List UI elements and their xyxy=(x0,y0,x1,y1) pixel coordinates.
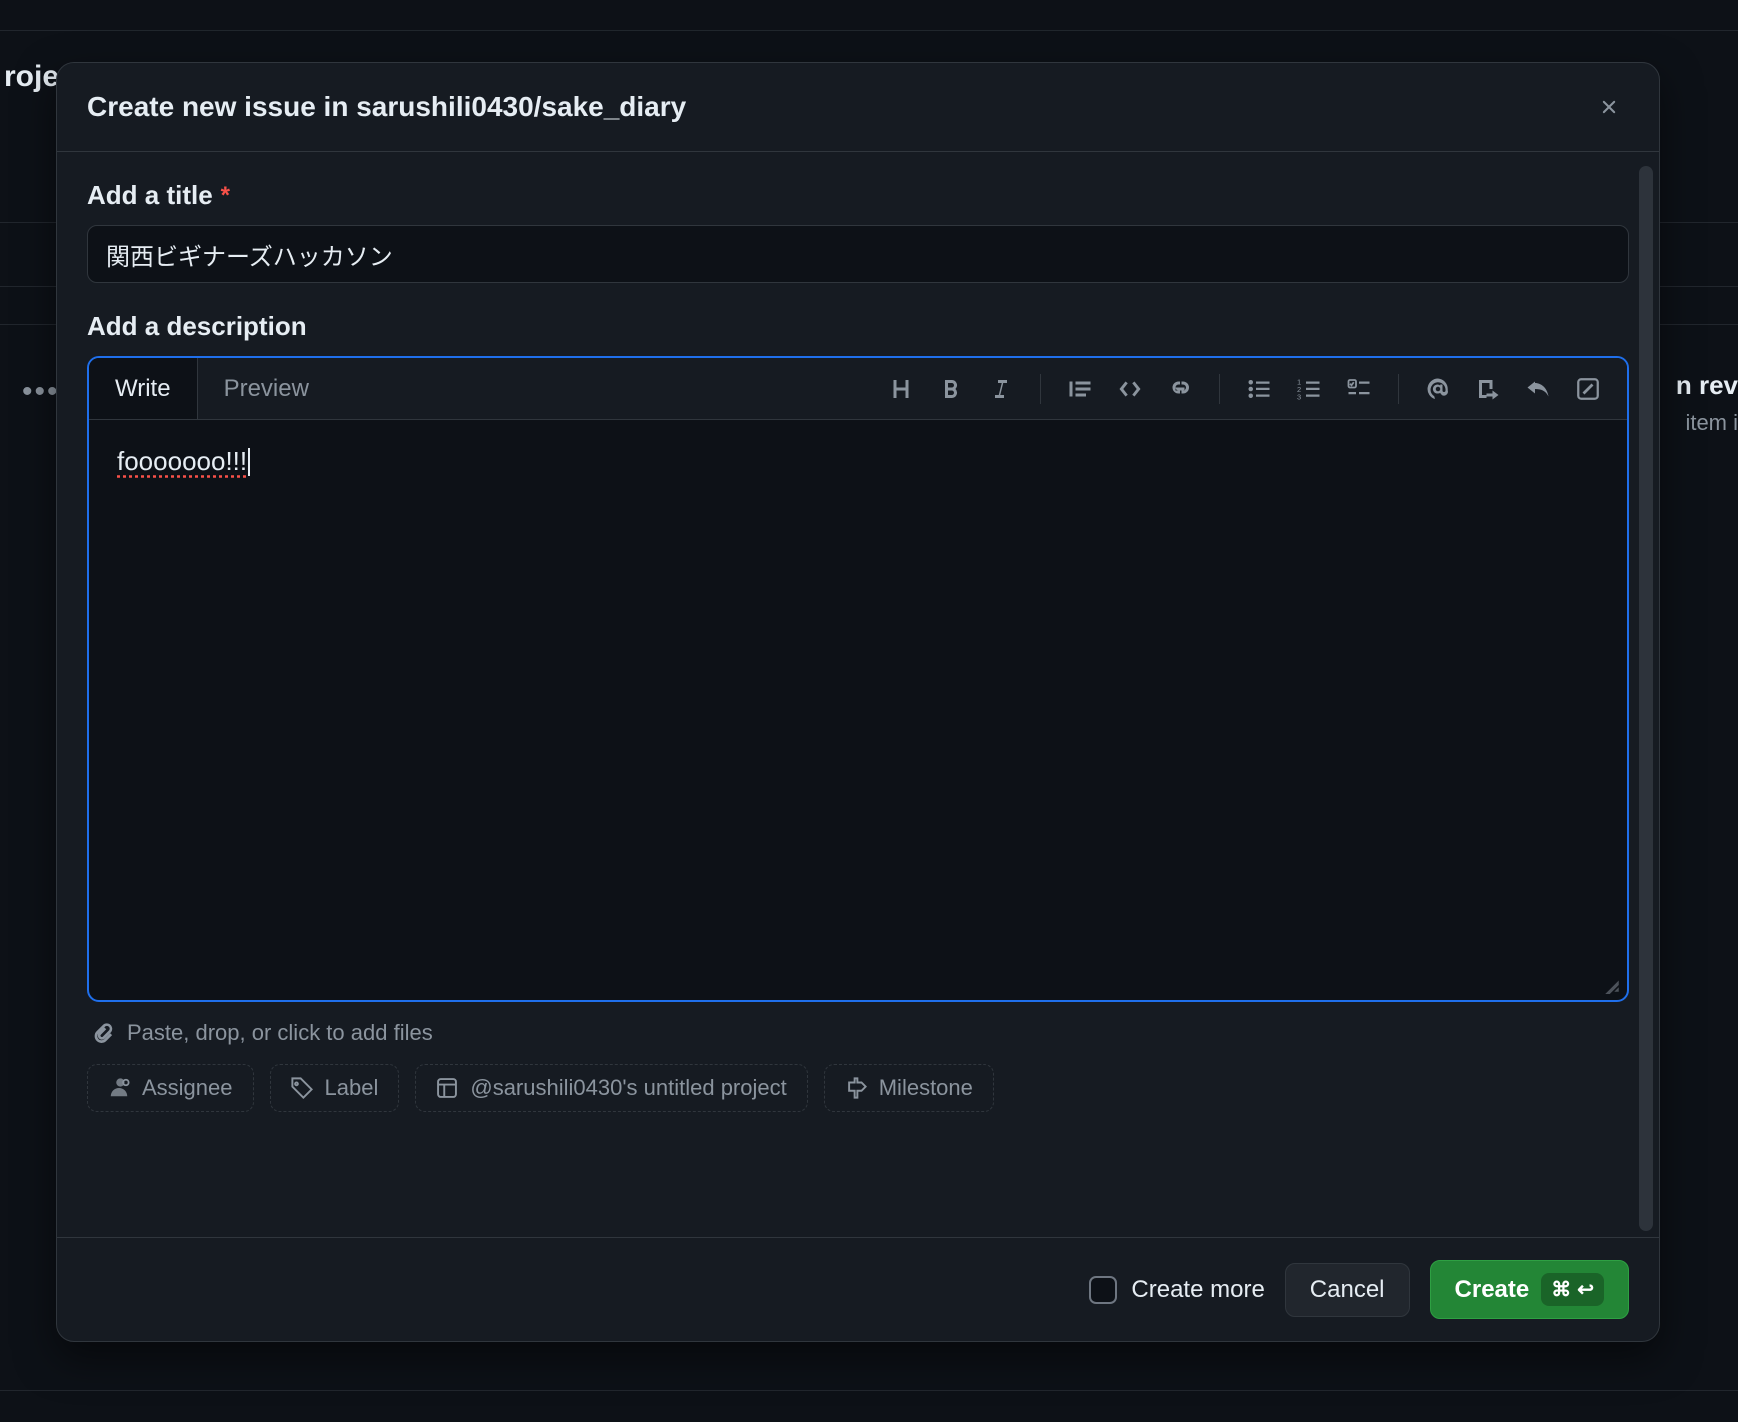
attachment-hint[interactable]: Paste, drop, or click to add files xyxy=(87,1002,1629,1064)
link-button[interactable] xyxy=(1159,368,1201,410)
bold-icon xyxy=(939,377,963,401)
enter-key-icon: ↩ xyxy=(1577,1277,1594,1302)
reference-button[interactable] xyxy=(1467,368,1509,410)
milestone-chip[interactable]: Milestone xyxy=(824,1064,994,1112)
heading-button[interactable] xyxy=(880,368,922,410)
quote-button[interactable] xyxy=(1059,368,1101,410)
create-more-label: Create more xyxy=(1131,1276,1264,1304)
required-mark: * xyxy=(221,182,230,210)
list-unordered-icon xyxy=(1247,377,1271,401)
toolbar-separator xyxy=(1398,374,1399,404)
code-icon xyxy=(1118,377,1142,401)
italic-button[interactable] xyxy=(980,368,1022,410)
create-button[interactable]: Create ⌘ ↩ xyxy=(1430,1260,1629,1319)
link-icon xyxy=(1168,377,1192,401)
close-icon xyxy=(1598,96,1620,118)
mention-button[interactable] xyxy=(1417,368,1459,410)
bg-text-proj: roje xyxy=(0,60,59,94)
reply-button[interactable] xyxy=(1517,368,1559,410)
text-cursor xyxy=(248,448,250,476)
ul-button[interactable] xyxy=(1238,368,1280,410)
toolbar-separator xyxy=(1219,374,1220,404)
list-ordered-icon: 123 xyxy=(1297,377,1321,401)
create-issue-modal: Create new issue in sarushili0430/sake_d… xyxy=(56,62,1660,1342)
tab-preview[interactable]: Preview xyxy=(198,359,336,419)
description-label-text: Add a description xyxy=(87,311,307,342)
title-label-text: Add a title xyxy=(87,180,213,211)
assignee-chip-label: Assignee xyxy=(142,1075,233,1101)
bold-button[interactable] xyxy=(930,368,972,410)
attachment-hint-text: Paste, drop, or click to add files xyxy=(127,1020,433,1046)
create-button-label: Create xyxy=(1455,1276,1530,1304)
code-button[interactable] xyxy=(1109,368,1151,410)
svg-text:3: 3 xyxy=(1297,392,1301,401)
cmd-key-icon: ⌘ xyxy=(1551,1277,1571,1302)
slash-button[interactable] xyxy=(1567,368,1609,410)
modal-header: Create new issue in sarushili0430/sake_d… xyxy=(57,63,1659,152)
cancel-button-label: Cancel xyxy=(1310,1276,1385,1304)
title-label: Add a title * xyxy=(87,180,1629,211)
project-chip[interactable]: @sarushili0430's untitled project xyxy=(415,1064,807,1112)
project-chip-label: @sarushili0430's untitled project xyxy=(470,1075,786,1101)
description-text: fooooooo!!! xyxy=(117,446,247,476)
scrollbar[interactable] xyxy=(1639,166,1653,1231)
ol-button[interactable]: 123 xyxy=(1288,368,1330,410)
description-editor: Write Preview 123 xyxy=(87,356,1629,1002)
modal-footer: Create more Cancel Create ⌘ ↩ xyxy=(57,1237,1659,1341)
keyboard-shortcut: ⌘ ↩ xyxy=(1541,1273,1604,1306)
modal-title: Create new issue in sarushili0430/sake_d… xyxy=(87,91,686,123)
person-icon xyxy=(108,1077,130,1099)
heading-icon xyxy=(889,377,913,401)
kebab-icon[interactable]: ••• xyxy=(22,375,60,409)
tasklist-button[interactable] xyxy=(1338,368,1380,410)
reply-icon xyxy=(1526,377,1550,401)
paperclip-icon xyxy=(93,1022,115,1044)
tag-icon xyxy=(291,1077,313,1099)
label-chip[interactable]: Label xyxy=(270,1064,400,1112)
italic-icon xyxy=(989,377,1013,401)
project-icon xyxy=(436,1077,458,1099)
create-more-toggle[interactable]: Create more xyxy=(1089,1276,1264,1304)
checkbox-icon[interactable] xyxy=(1089,1276,1117,1304)
tab-write[interactable]: Write xyxy=(89,358,198,419)
quote-icon xyxy=(1068,377,1092,401)
toolbar-separator xyxy=(1040,374,1041,404)
resize-grip-icon[interactable] xyxy=(1603,976,1621,994)
bg-text-right-1: n rev xyxy=(1676,370,1738,401)
tasklist-icon xyxy=(1347,377,1371,401)
metadata-chips: Assignee Label @sarushili0430's untitled… xyxy=(87,1064,1629,1136)
description-textarea[interactable]: fooooooo!!! xyxy=(89,420,1627,1000)
bg-text-right-2: item i xyxy=(1685,410,1738,436)
description-label: Add a description xyxy=(87,311,1629,342)
assignee-chip[interactable]: Assignee xyxy=(87,1064,254,1112)
modal-body: Add a title * Add a description Write Pr… xyxy=(57,152,1659,1237)
editor-tabs: Write Preview 123 xyxy=(89,358,1627,420)
close-button[interactable] xyxy=(1589,87,1629,127)
cancel-button[interactable]: Cancel xyxy=(1285,1263,1410,1317)
title-input[interactable] xyxy=(87,225,1629,283)
milestone-icon xyxy=(845,1077,867,1099)
cross-reference-icon xyxy=(1476,377,1500,401)
mention-icon xyxy=(1426,377,1450,401)
milestone-chip-label: Milestone xyxy=(879,1075,973,1101)
md-toolbar: 123 xyxy=(880,368,1627,410)
label-chip-label: Label xyxy=(325,1075,379,1101)
diff-ignored-icon xyxy=(1576,377,1600,401)
